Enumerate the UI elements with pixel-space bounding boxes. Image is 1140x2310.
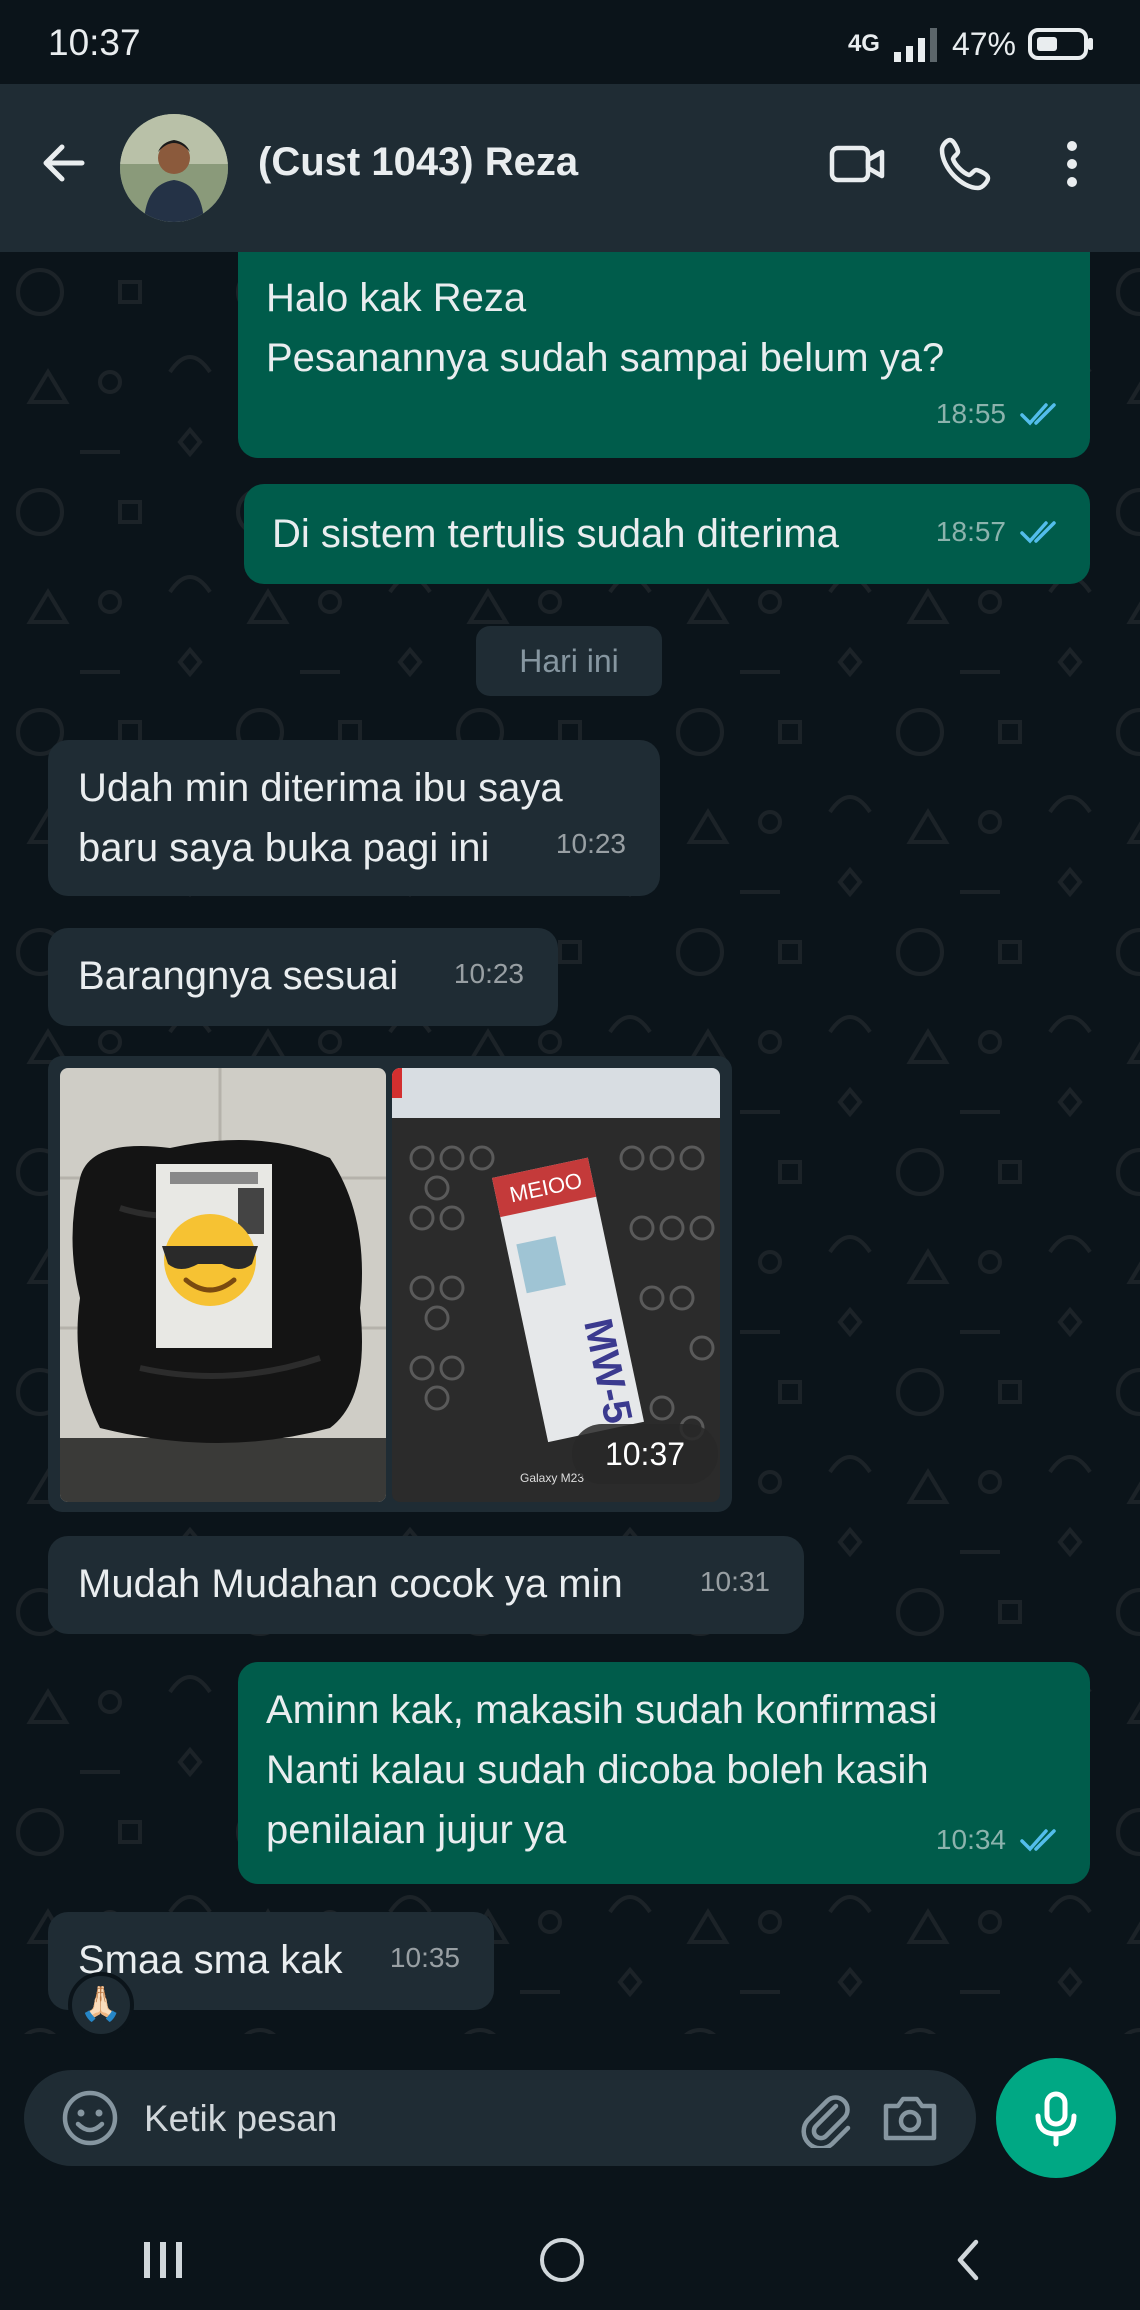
more-vert-icon[interactable] — [1052, 134, 1092, 194]
bottom-area: Ketik pesan — [0, 2034, 1140, 2310]
photo-album-bubble[interactable]: MEIOO MW-5 Galaxy M23 10:37 — [48, 1056, 732, 1512]
message-time: 10:23 — [453, 958, 524, 989]
camera-icon[interactable] — [880, 2088, 940, 2148]
message-text: Udah min diterima ibu saya — [78, 766, 563, 810]
chat-area[interactable]: Halo kak Reza Pesanannya sudah sampai be… — [0, 252, 1140, 2034]
message-input[interactable]: Ketik pesan — [144, 2098, 337, 2140]
reaction-badge[interactable]: 🙏🏻 — [68, 1972, 134, 2034]
message-text: Pesanannya sudah sampai belum ya? — [266, 336, 945, 380]
battery-icon — [1028, 28, 1093, 60]
message-time: 10:34 — [935, 1824, 1006, 1855]
message-meta: 18:57 — [936, 502, 1062, 562]
double-check-icon — [1020, 403, 1056, 426]
emoji-icon[interactable] — [60, 2088, 120, 2148]
message-text: Mudah Mudahan cocok ya min — [78, 1562, 623, 1606]
date-divider: Hari ini — [476, 626, 662, 696]
message-bubble-outgoing[interactable]: Di sistem tertulis sudah diterima 18:57 — [244, 484, 1090, 584]
network-type: 4G — [847, 30, 880, 57]
voice-call-icon[interactable] — [936, 134, 996, 194]
mic-button[interactable] — [996, 2058, 1116, 2178]
message-time: 10:31 — [699, 1566, 770, 1597]
message-bubble-incoming[interactable]: Barangnya sesuai 10:23 — [48, 928, 558, 1026]
video-call-icon[interactable] — [828, 134, 888, 194]
attach-icon[interactable] — [796, 2088, 856, 2148]
message-meta: 18:55 — [936, 384, 1062, 444]
photo-time-chip: 10:37 — [572, 1424, 718, 1484]
message-text: baru saya buka pagi ini — [78, 826, 490, 870]
message-time: 18:57 — [935, 516, 1006, 547]
home-icon[interactable] — [536, 2234, 588, 2286]
status-time: 10:37 — [48, 22, 141, 63]
message-bubble-outgoing[interactable]: Aminn kak, makasih sudah konfirmasi Nant… — [238, 1662, 1090, 1884]
message-time: 10:35 — [389, 1942, 460, 1973]
message-text: Nanti kalau sudah dicoba boleh kasih — [266, 1748, 929, 1792]
recents-icon[interactable] — [140, 2236, 188, 2284]
back-nav-icon[interactable] — [948, 2236, 988, 2284]
double-check-icon — [1020, 521, 1056, 544]
message-text: Aminn kak, makasih sudah konfirmasi — [266, 1688, 938, 1732]
contact-name[interactable]: (Cust 1043) Reza — [258, 140, 578, 185]
double-check-icon — [1020, 1829, 1056, 1852]
message-bubble-incoming[interactable]: Udah min diterima ibu saya baru saya buk… — [48, 740, 660, 896]
message-meta: 10:34 — [936, 1810, 1062, 1870]
status-bar: 10:37 4G 47% — [0, 0, 1140, 84]
message-input-bar[interactable]: Ketik pesan — [24, 2070, 976, 2166]
battery-percent: 47% — [951, 25, 1016, 62]
photo-thumbnail-package[interactable] — [60, 1068, 386, 1502]
watermark-text: Galaxy M23 — [520, 1471, 584, 1485]
reaction-emoji: 🙏🏻 — [79, 1985, 123, 2023]
avatar[interactable] — [120, 114, 228, 222]
system-nav-bar — [0, 2216, 1140, 2310]
back-arrow-icon[interactable] — [40, 139, 88, 187]
chat-header: (Cust 1043) Reza — [0, 84, 1140, 252]
mic-icon — [1035, 2091, 1077, 2147]
message-text: Halo kak Reza — [266, 276, 527, 320]
message-bubble-incoming[interactable]: Mudah Mudahan cocok ya min 10:31 — [48, 1536, 804, 1634]
message-time: 18:55 — [935, 398, 1006, 429]
status-indicators: 4G 47% — [848, 24, 1094, 64]
message-bubble-outgoing[interactable]: Halo kak Reza Pesanannya sudah sampai be… — [238, 252, 1090, 458]
signal-icon — [893, 28, 937, 62]
message-time: 10:37 — [604, 1436, 686, 1472]
message-time: 10:23 — [555, 828, 626, 859]
